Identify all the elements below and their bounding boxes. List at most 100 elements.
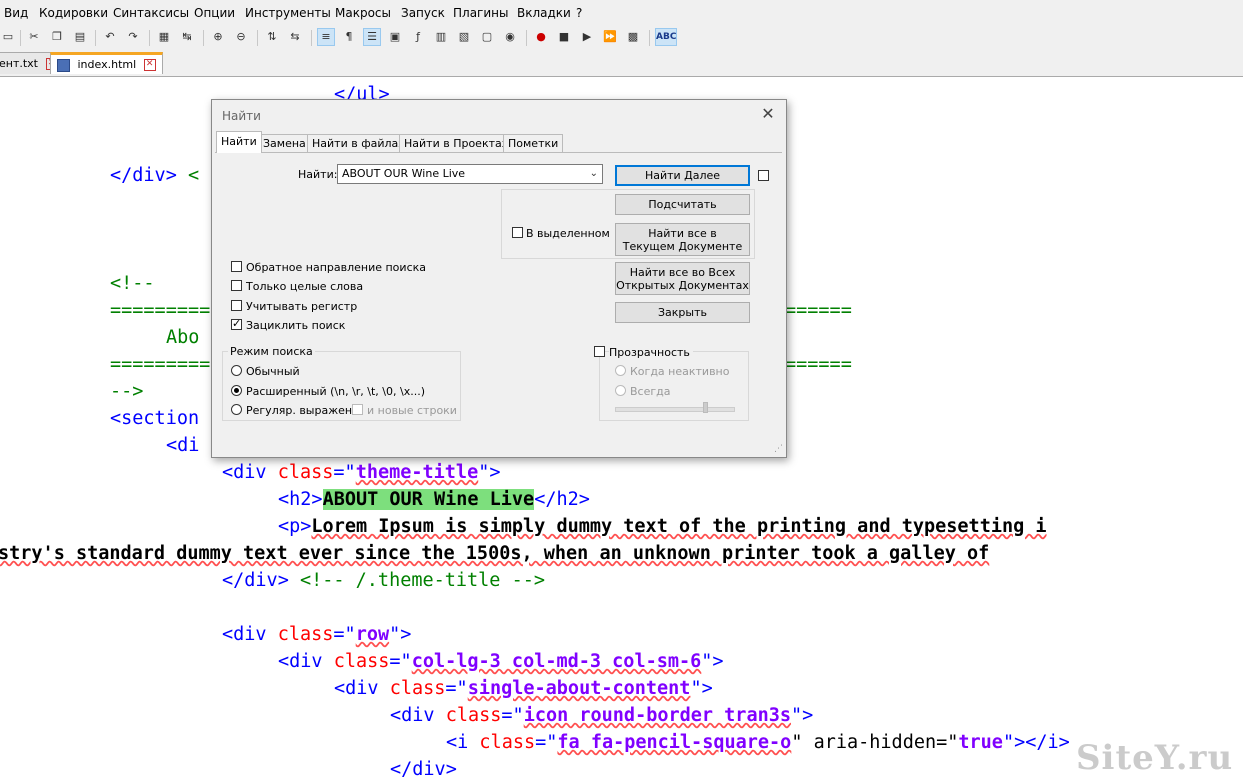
doc-map-icon[interactable]: ▣: [387, 29, 403, 45]
find-label: Найти:: [298, 168, 338, 181]
run-macro-multiple-icon[interactable]: ⏩: [602, 29, 618, 45]
document-tab-bar: ент.txt ✕ index.html ✕: [0, 50, 1243, 77]
toolbar-separator: [526, 30, 527, 46]
spellcheck-icon[interactable]: ABC: [655, 28, 677, 46]
close-icon[interactable]: ✕: [143, 59, 156, 71]
count-button[interactable]: Подсчитать: [615, 194, 750, 215]
match-case-checkbox[interactable]: [231, 300, 242, 311]
new-file-icon[interactable]: ▭: [0, 29, 16, 45]
sync-vertical-icon[interactable]: ⇅: [264, 29, 280, 45]
find-input[interactable]: ABOUT OUR Wine Live ⌄: [337, 164, 603, 184]
menu-help[interactable]: ?: [576, 6, 582, 20]
find-next-option-checkbox[interactable]: [758, 170, 769, 181]
function-list-icon[interactable]: ƒ: [410, 29, 426, 45]
transparency-checkbox[interactable]: [594, 346, 605, 357]
wrap-around-checkbox[interactable]: [231, 317, 242, 330]
in-selection-checkbox[interactable]: [512, 227, 523, 238]
search-match-highlight: ABOUT OUR Wine Live: [322, 489, 535, 510]
code-line: ==========: [110, 354, 222, 375]
sync-horizontal-icon[interactable]: ⇆: [287, 29, 303, 45]
chevron-down-icon[interactable]: ⌄: [590, 165, 598, 183]
folder-workspace-icon[interactable]: ▥: [433, 29, 449, 45]
monitoring-icon[interactable]: ▢: [479, 29, 495, 45]
in-selection-label: В выделенном: [526, 227, 610, 240]
menu-tools[interactable]: Инструменты: [245, 6, 331, 20]
close-button[interactable]: Закрыть: [615, 302, 750, 323]
find-next-button[interactable]: Найти Далее: [615, 165, 750, 186]
code-line: </div> <!-- /.theme-title -->: [222, 570, 546, 591]
menu-macros[interactable]: Макросы: [335, 6, 391, 20]
toolbar: ▭ ✂ ❐ ▤ ↶ ↷ ▦ ↹ ⊕ ⊖ ⇅ ⇆ ≡ ¶ ☰ ▣ ƒ ▥ ▧ ▢ …: [0, 26, 1243, 51]
zoom-in-icon[interactable]: ⊕: [210, 29, 226, 45]
transparency-on-lose-focus-radio[interactable]: [615, 365, 626, 376]
backward-checkbox[interactable]: [231, 261, 242, 272]
code-line: -->: [110, 381, 144, 402]
undo-icon[interactable]: ↶: [102, 29, 118, 45]
tab-mark[interactable]: Пометки: [503, 134, 564, 152]
code-line: <p>Lorem Ipsum is simply dummy text of t…: [278, 516, 1047, 537]
menu-encoding[interactable]: Кодировки: [39, 6, 108, 20]
find-all-current-button[interactable]: Найти все в Текущем Документе: [615, 223, 750, 256]
indent-guide-icon[interactable]: ☰: [363, 28, 381, 46]
code-line: ==========: [110, 300, 222, 321]
replace-icon[interactable]: ↹: [179, 29, 195, 45]
play-macro-icon[interactable]: ▶: [579, 29, 595, 45]
code-line: <div class="col-lg-3 col-md-3 col-sm-6">: [278, 651, 724, 672]
mode-extended-radio[interactable]: [231, 385, 242, 396]
code-line: <!--: [110, 273, 155, 294]
code-line: <di: [166, 435, 200, 456]
redo-icon[interactable]: ↷: [125, 29, 141, 45]
search-mode-title: Режим поиска: [228, 345, 315, 358]
toolbar-separator: [649, 30, 650, 46]
transparency-always-radio[interactable]: [615, 385, 626, 396]
transparency-slider[interactable]: [615, 407, 735, 412]
backward-label: Обратное направление поиска: [246, 261, 426, 274]
menu-syntax[interactable]: Синтаксисы: [113, 6, 189, 20]
menu-options[interactable]: Опции: [194, 6, 235, 20]
word-wrap-icon[interactable]: ≡: [317, 28, 335, 46]
code-line: </div> <: [110, 165, 200, 186]
toolbar-separator: [257, 30, 258, 46]
save-icon: [57, 58, 70, 72]
find-icon[interactable]: ▦: [156, 29, 172, 45]
tab-index-html[interactable]: index.html ✕: [50, 52, 163, 74]
find-all-open-docs-button[interactable]: Найти все во Всех Открытых Документах: [615, 262, 750, 295]
tab-divider: [215, 152, 782, 153]
whole-word-checkbox[interactable]: [231, 280, 242, 291]
code-line: <h2>ABOUT OUR Wine Live</h2>: [278, 489, 590, 510]
resize-grip-icon[interactable]: ⋰: [774, 444, 783, 454]
doc-switcher-icon[interactable]: ▧: [456, 29, 472, 45]
transparency-slider-thumb[interactable]: [703, 402, 708, 413]
code-line: <div class="row">: [222, 624, 412, 645]
code-line: <div class="single-about-content">: [334, 678, 713, 699]
menu-run[interactable]: Запуск: [401, 6, 445, 20]
code-line: <div class="theme-title">: [222, 462, 501, 483]
cut-icon[interactable]: ✂: [26, 29, 42, 45]
record-macro-icon[interactable]: ●: [533, 29, 549, 45]
save-macro-icon[interactable]: ▩: [625, 29, 641, 45]
copy-icon[interactable]: ❐: [49, 29, 65, 45]
tab-find[interactable]: Найти: [216, 131, 262, 153]
newline-checkbox[interactable]: [352, 404, 363, 415]
menu-bar: Вид Кодировки Синтаксисы Опции Инструмен…: [0, 0, 1243, 26]
menu-plugins[interactable]: Плагины: [453, 6, 508, 20]
menu-view[interactable]: Вид: [4, 6, 28, 20]
toolbar-separator: [203, 30, 204, 46]
mode-normal-radio[interactable]: [231, 365, 242, 376]
tab-label: ент.txt: [0, 57, 38, 70]
tab-replace[interactable]: Замена: [258, 134, 311, 152]
show-all-chars-icon[interactable]: ¶: [341, 29, 357, 45]
stop-record-icon[interactable]: ■: [556, 29, 572, 45]
paste-icon[interactable]: ▤: [72, 29, 88, 45]
close-icon[interactable]: ✕: [760, 106, 776, 122]
tab-find-in-projects[interactable]: Найти в Проектах: [399, 134, 514, 152]
code-line: <div class="icon round-border tran3s">: [390, 705, 814, 726]
zoom-out-icon[interactable]: ⊖: [233, 29, 249, 45]
mode-regex-radio[interactable]: [231, 404, 242, 415]
menu-tabs[interactable]: Вкладки: [517, 6, 571, 20]
preview-icon[interactable]: ◉: [502, 29, 518, 45]
whole-word-label: Только целые слова: [246, 280, 364, 293]
code-line: </div>: [390, 759, 457, 780]
tab-find-in-files[interactable]: Найти в файлах: [307, 134, 410, 152]
transparency-label: Прозрачность: [609, 346, 693, 359]
